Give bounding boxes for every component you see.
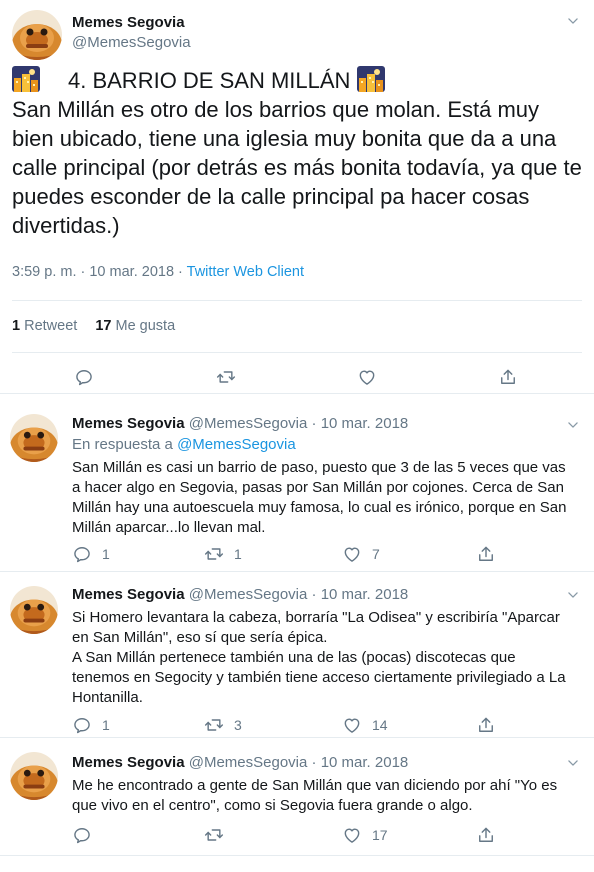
reply-header: Memes Segovia @MemesSegovia · 10 mar. 20…: [72, 586, 408, 603]
chevron-down-icon[interactable]: [566, 14, 580, 28]
reply-text: Me he encontrado a gente de San Millán q…: [72, 776, 572, 816]
author-avatar[interactable]: [12, 10, 62, 60]
tweet-text: 4. BARRIO DE SAN MILLÁN San Millán es ot…: [12, 66, 584, 240]
reply-tweet: Memes Segovia @MemesSegovia · 10 mar. 20…: [0, 394, 594, 572]
retweet-count: 1: [234, 546, 242, 562]
author-name[interactable]: Memes Segovia: [72, 754, 185, 771]
share-arrow-icon: [476, 825, 496, 845]
retweet-arrows-icon: [216, 367, 236, 387]
retweet-count: 3: [234, 717, 242, 733]
retweets-count: 1: [12, 318, 21, 334]
divider: [12, 352, 582, 353]
chevron-down-icon[interactable]: [566, 756, 580, 770]
speech-bubble-icon: [72, 715, 92, 735]
author-handle[interactable]: @MemesSegovia: [189, 586, 308, 603]
author-handle[interactable]: @MemesSegovia: [189, 754, 308, 771]
tweet-client[interactable]: Twitter Web Client: [187, 264, 304, 280]
reply-button[interactable]: 1: [72, 544, 110, 564]
author-avatar[interactable]: [10, 414, 58, 462]
tweet-title: 4. BARRIO DE SAN MILLÁN: [68, 68, 351, 93]
retweet-button[interactable]: [204, 825, 224, 845]
night-city-emoji-icon: [12, 66, 40, 92]
share-arrow-icon: [498, 367, 518, 387]
retweet-button[interactable]: 3: [204, 715, 242, 735]
reply-tweet: Memes Segovia @MemesSegovia · 10 mar. 20…: [0, 738, 594, 856]
retweets-stat[interactable]: 1 Retweet: [12, 318, 77, 334]
heart-icon: [357, 367, 377, 387]
author-avatar[interactable]: [10, 586, 58, 634]
tweet-body: San Millán es otro de los barrios que mo…: [12, 97, 582, 238]
reply-text: Si Homero levantara la cabeza, borraría …: [72, 608, 572, 708]
like-count: 17: [372, 827, 388, 843]
retweet-arrows-icon: [204, 825, 224, 845]
divider: [12, 300, 582, 301]
author-handle[interactable]: @MemesSegovia: [189, 415, 308, 432]
like-button[interactable]: 17: [342, 825, 388, 845]
like-button[interactable]: [357, 367, 377, 387]
reply-button[interactable]: 1: [72, 715, 110, 735]
share-button[interactable]: [498, 367, 518, 387]
reply-count: 1: [102, 546, 110, 562]
night-city-emoji-icon: [357, 66, 385, 92]
in-reply-label: En respuesta a: [72, 436, 178, 453]
chevron-down-icon[interactable]: [566, 588, 580, 602]
separator-dot: ·: [307, 415, 321, 432]
likes-label: Me gusta: [115, 318, 176, 334]
share-arrow-icon: [476, 544, 496, 564]
reply-text-line: Si Homero levantara la cabeza, borraría …: [72, 609, 560, 646]
author-name[interactable]: Memes Segovia: [72, 586, 185, 603]
author-avatar[interactable]: [10, 752, 58, 800]
heart-icon: [342, 715, 362, 735]
retweets-label: Retweet: [24, 318, 78, 334]
reply-text-line: Me he encontrado a gente de San Millán q…: [72, 777, 558, 814]
author-name[interactable]: Memes Segovia: [72, 415, 185, 432]
share-button[interactable]: [476, 544, 496, 564]
likes-count: 17: [95, 318, 112, 334]
reply-header: Memes Segovia @MemesSegovia · 10 mar. 20…: [72, 415, 408, 432]
reply-text-line: San Millán es casi un barrio de paso, pu…: [72, 459, 567, 536]
separator-dot: ·: [307, 586, 321, 603]
reply-text-line: A San Millán pertenece también una de la…: [72, 649, 566, 706]
tweet-title-line: 4. BARRIO DE SAN MILLÁN: [12, 66, 584, 95]
speech-bubble-icon: [74, 367, 94, 387]
author-name[interactable]: Memes Segovia: [72, 14, 185, 31]
reply-date[interactable]: 10 mar. 2018: [321, 754, 409, 771]
like-button[interactable]: 14: [342, 715, 388, 735]
speech-bubble-icon: [72, 825, 92, 845]
separator-dot: ·: [307, 754, 321, 771]
chevron-down-icon[interactable]: [566, 418, 580, 432]
reply-button[interactable]: [74, 367, 94, 387]
reply-date[interactable]: 10 mar. 2018: [321, 415, 409, 432]
reply-button[interactable]: [72, 825, 92, 845]
tweet-meta: 3:59 p. m. · 10 mar. 2018 · Twitter Web …: [12, 264, 304, 280]
reply-text: San Millán es casi un barrio de paso, pu…: [72, 458, 572, 538]
in-reply-mention[interactable]: @MemesSegovia: [177, 436, 296, 453]
share-button[interactable]: [476, 825, 496, 845]
reply-header: Memes Segovia @MemesSegovia · 10 mar. 20…: [72, 754, 408, 771]
retweet-button[interactable]: [216, 367, 236, 387]
reply-tweet: Memes Segovia @MemesSegovia · 10 mar. 20…: [0, 572, 594, 738]
reply-count: 1: [102, 717, 110, 733]
reply-date[interactable]: 10 mar. 2018: [321, 586, 409, 603]
like-count: 14: [372, 717, 388, 733]
share-arrow-icon: [476, 715, 496, 735]
like-button[interactable]: 7: [342, 544, 380, 564]
in-reply-to: En respuesta a @MemesSegovia: [72, 436, 296, 453]
share-button[interactable]: [476, 715, 496, 735]
retweet-button[interactable]: 1: [204, 544, 242, 564]
tweet-timestamp[interactable]: 3:59 p. m. · 10 mar. 2018 ·: [12, 264, 187, 280]
heart-icon: [342, 544, 362, 564]
tweet-stats: 1 Retweet 17 Me gusta: [12, 318, 175, 334]
retweet-arrows-icon: [204, 544, 224, 564]
speech-bubble-icon: [72, 544, 92, 564]
retweet-arrows-icon: [204, 715, 224, 735]
heart-icon: [342, 825, 362, 845]
likes-stat[interactable]: 17 Me gusta: [95, 318, 175, 334]
like-count: 7: [372, 546, 380, 562]
main-tweet: Memes Segovia @MemesSegovia 4. BARRIO DE…: [0, 0, 594, 394]
author-handle[interactable]: @MemesSegovia: [72, 34, 191, 51]
